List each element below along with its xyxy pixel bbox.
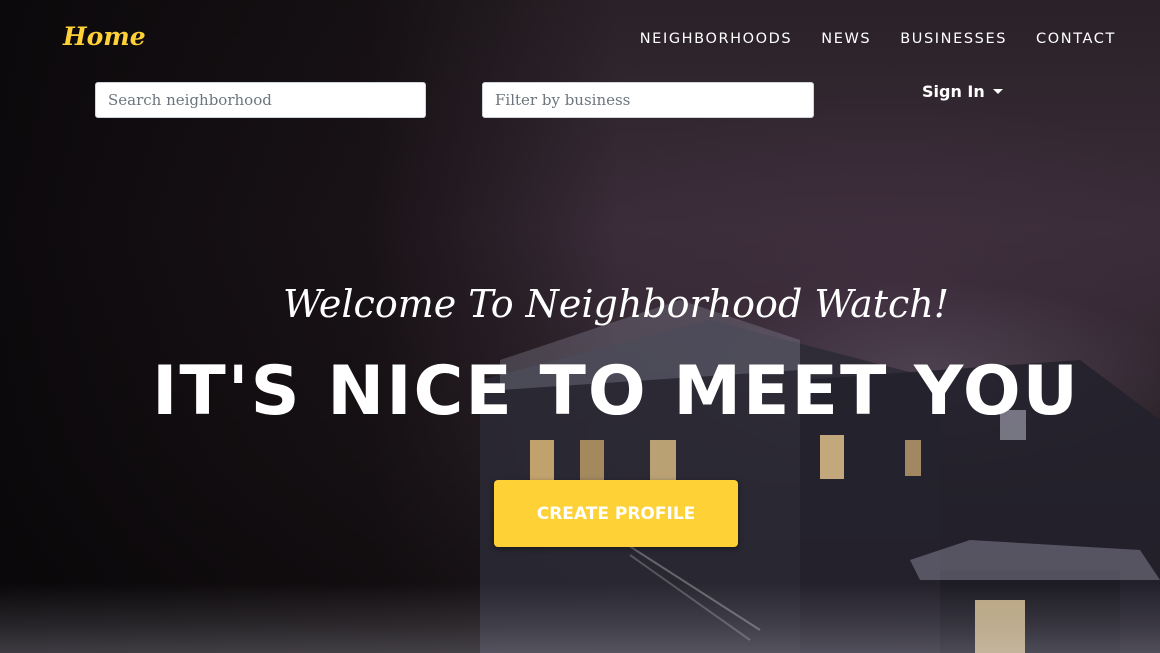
create-profile-button[interactable]: CREATE PROFILE (494, 480, 738, 547)
hero-lead: Welcome To Neighborhood Watch! (282, 282, 950, 326)
sign-in-dropdown[interactable]: Sign In (922, 82, 1003, 101)
nav-item-contact[interactable]: CONTACT (1036, 31, 1116, 47)
caret-down-icon (992, 89, 1003, 94)
filter-business-input[interactable] (482, 82, 814, 118)
brand-home-link[interactable]: Home (63, 22, 146, 51)
hero-heading: IT'S NICE TO MEET YOU (152, 352, 1080, 431)
snow-ground (0, 583, 1160, 653)
nav-item-businesses[interactable]: BUSINESSES (900, 31, 1007, 47)
main-nav: NEIGHBORHOODS NEWS BUSINESSES CONTACT (611, 31, 1116, 47)
search-neighborhood-input[interactable] (95, 82, 426, 118)
nav-item-news[interactable]: NEWS (821, 31, 871, 47)
nav-item-neighborhoods[interactable]: NEIGHBORHOODS (640, 31, 793, 47)
sign-in-label: Sign In (922, 82, 985, 101)
